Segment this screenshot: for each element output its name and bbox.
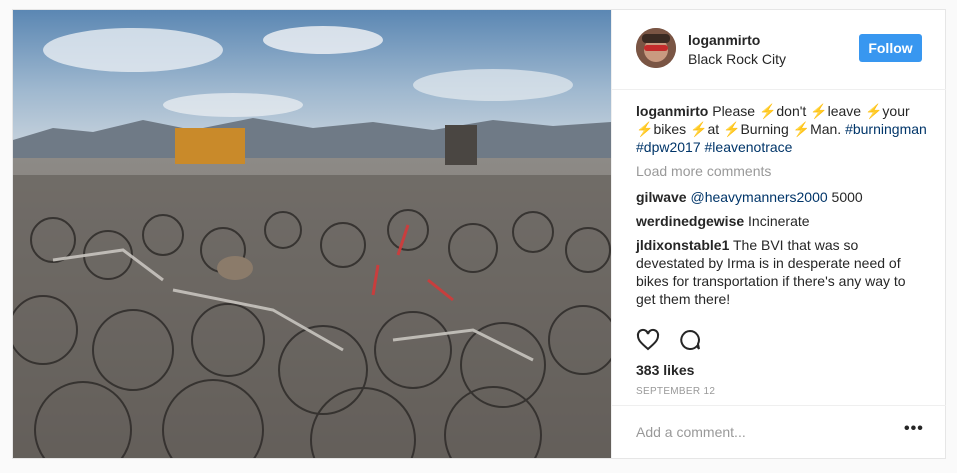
add-comment-section: Add a comment... ••• [612,405,946,458]
post-location[interactable]: Black Rock City [688,51,786,67]
avatar[interactable] [636,28,676,68]
comment-item: werdinedgewise Incinerate [636,212,928,230]
caption-word: leave [827,103,865,119]
bikes-photo-illustration [13,10,611,458]
caption-word: Man. [810,121,846,137]
caption-username[interactable]: loganmirto [636,103,708,119]
comment-text: Incinerate [744,213,810,229]
bolt-emoji: ⚡ [636,121,654,137]
comment-username[interactable]: werdinedgewise [636,213,744,229]
caption-word: at [707,121,724,137]
hashtag-link[interactable]: #dpw2017 [636,139,701,155]
likes-count[interactable]: 383 likes [636,362,694,378]
caption-word: Burning [740,121,793,137]
load-more-comments-link[interactable]: Load more comments [636,162,928,180]
post-card: loganmirto Black Rock City Follow loganm… [12,9,946,459]
action-bar [636,328,716,354]
comment-icon[interactable] [678,328,702,357]
bolt-emoji: ⚡ [690,121,708,137]
post-header: loganmirto Black Rock City Follow [612,10,946,90]
post-username[interactable]: loganmirto [688,32,760,48]
caption-word: Please [712,103,759,119]
bolt-emoji: ⚡ [723,121,741,137]
follow-button[interactable]: Follow [859,34,922,62]
avatar-image [636,28,676,68]
caption-word: your [882,103,910,119]
caption-word: bikes [653,121,691,137]
post-date: SEPTEMBER 12 [636,386,716,397]
comment-mention[interactable]: @heavymanners2000 [690,189,827,205]
caption-word: don't [776,103,811,119]
comment-text: 5000 [827,189,863,205]
post-sidebar: loganmirto Black Rock City Follow loganm… [611,10,946,458]
post-photo[interactable] [13,10,611,458]
comment-username[interactable]: jldixonstable1 [636,237,729,253]
comment-item: gilwave @heavymanners2000 5000 [636,188,928,206]
hashtag-link[interactable]: #leavenotrace [705,139,793,155]
add-comment-input[interactable]: Add a comment... [636,424,746,440]
comments-list: loganmirto Please ⚡don't ⚡leave ⚡your ⚡b… [636,102,928,314]
comment-item: jldixonstable1 The BVI that was so deves… [636,236,928,308]
bolt-emoji: ⚡ [758,103,777,119]
heart-icon[interactable] [636,328,660,357]
comment-username[interactable]: gilwave [636,189,687,205]
hashtag-link[interactable]: #burningman [845,121,927,137]
more-options-icon[interactable]: ••• [904,420,924,438]
caption: loganmirto Please ⚡don't ⚡leave ⚡your ⚡b… [636,102,928,156]
bolt-emoji: ⚡ [810,103,828,119]
bolt-emoji: ⚡ [792,121,811,137]
bolt-emoji: ⚡ [864,103,883,119]
